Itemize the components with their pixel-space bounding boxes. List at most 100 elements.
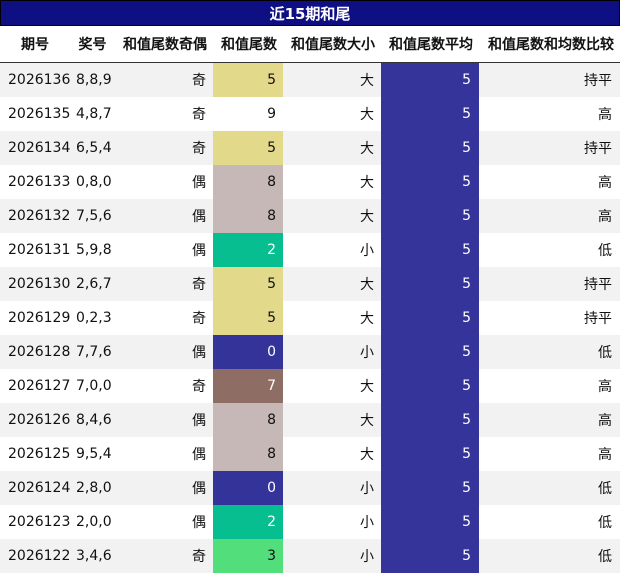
cell-parity: 奇 xyxy=(115,369,213,403)
cell-size: 大 xyxy=(283,369,381,403)
cell-compare: 持平 xyxy=(479,301,620,335)
cell-tail: 5 xyxy=(213,62,283,97)
cell-average: 5 xyxy=(381,62,479,97)
cell-numbers: 3,4,6 xyxy=(70,539,115,573)
cell-size: 大 xyxy=(283,437,381,471)
cell-parity: 偶 xyxy=(115,437,213,471)
cell-compare: 高 xyxy=(479,369,620,403)
cell-issue: 2026131 xyxy=(0,233,70,267)
cell-tail: 5 xyxy=(213,301,283,335)
cell-size: 大 xyxy=(283,131,381,165)
cell-parity: 偶 xyxy=(115,199,213,233)
cell-parity: 偶 xyxy=(115,335,213,369)
cell-numbers: 2,0,0 xyxy=(70,505,115,539)
cell-size: 大 xyxy=(283,403,381,437)
cell-tail: 0 xyxy=(213,471,283,505)
table-row: 2026136 8,8,9 奇 5 大 5 持平 xyxy=(0,62,620,97)
cell-numbers: 6,5,4 xyxy=(70,131,115,165)
cell-size: 大 xyxy=(283,97,381,131)
cell-average: 5 xyxy=(381,471,479,505)
cell-compare: 高 xyxy=(479,199,620,233)
table-row: 2026132 7,5,6 偶 8 大 5 高 xyxy=(0,199,620,233)
cell-tail: 3 xyxy=(213,539,283,573)
cell-numbers: 0,8,0 xyxy=(70,165,115,199)
header-numbers: 奖号 xyxy=(70,26,115,63)
header-parity: 和值尾数奇偶 xyxy=(115,26,213,63)
cell-tail: 8 xyxy=(213,165,283,199)
table-row: 2026135 4,8,7 奇 9 大 5 高 xyxy=(0,97,620,131)
cell-average: 5 xyxy=(381,165,479,199)
header-average: 和值尾数平均 xyxy=(381,26,479,63)
cell-issue: 2026123 xyxy=(0,505,70,539)
cell-size: 小 xyxy=(283,539,381,573)
table-title: 近15期和尾 xyxy=(0,0,620,26)
cell-parity: 奇 xyxy=(115,62,213,97)
cell-average: 5 xyxy=(381,437,479,471)
cell-issue: 2026127 xyxy=(0,369,70,403)
cell-parity: 奇 xyxy=(115,539,213,573)
table-row: 2026129 0,2,3 奇 5 大 5 持平 xyxy=(0,301,620,335)
cell-average: 5 xyxy=(381,199,479,233)
cell-size: 大 xyxy=(283,199,381,233)
cell-average: 5 xyxy=(381,267,479,301)
cell-compare: 低 xyxy=(479,539,620,573)
table-row: 2026124 2,8,0 偶 0 小 5 低 xyxy=(0,471,620,505)
cell-parity: 偶 xyxy=(115,505,213,539)
cell-tail: 8 xyxy=(213,403,283,437)
tail-stats-panel: 近15期和尾 期号 奖号 和值尾数奇偶 和值尾数 和值尾数大小 和值尾数平均 和… xyxy=(0,0,620,573)
cell-average: 5 xyxy=(381,539,479,573)
cell-issue: 2026135 xyxy=(0,97,70,131)
cell-parity: 偶 xyxy=(115,403,213,437)
cell-compare: 持平 xyxy=(479,267,620,301)
cell-issue: 2026129 xyxy=(0,301,70,335)
cell-tail: 0 xyxy=(213,335,283,369)
cell-size: 大 xyxy=(283,165,381,199)
cell-average: 5 xyxy=(381,335,479,369)
cell-parity: 奇 xyxy=(115,131,213,165)
cell-average: 5 xyxy=(381,505,479,539)
cell-parity: 偶 xyxy=(115,165,213,199)
cell-parity: 偶 xyxy=(115,233,213,267)
table-row: 2026128 7,7,6 偶 0 小 5 低 xyxy=(0,335,620,369)
table-row: 2026126 8,4,6 偶 8 大 5 高 xyxy=(0,403,620,437)
cell-issue: 2026133 xyxy=(0,165,70,199)
cell-numbers: 8,8,9 xyxy=(70,62,115,97)
header-size: 和值尾数大小 xyxy=(283,26,381,63)
cell-issue: 2026134 xyxy=(0,131,70,165)
cell-issue: 2026136 xyxy=(0,62,70,97)
cell-issue: 2026128 xyxy=(0,335,70,369)
cell-numbers: 5,9,8 xyxy=(70,233,115,267)
table-row: 2026123 2,0,0 偶 2 小 5 低 xyxy=(0,505,620,539)
cell-issue: 2026122 xyxy=(0,539,70,573)
cell-tail: 7 xyxy=(213,369,283,403)
cell-tail: 2 xyxy=(213,505,283,539)
cell-size: 大 xyxy=(283,267,381,301)
table-body: 2026136 8,8,9 奇 5 大 5 持平 2026135 4,8,7 奇 9 大 5 高 20261… xyxy=(0,62,620,573)
table-row: 2026134 6,5,4 奇 5 大 5 持平 xyxy=(0,131,620,165)
cell-average: 5 xyxy=(381,97,479,131)
cell-numbers: 2,6,7 xyxy=(70,267,115,301)
cell-average: 5 xyxy=(381,403,479,437)
cell-numbers: 7,5,6 xyxy=(70,199,115,233)
cell-numbers: 0,2,3 xyxy=(70,301,115,335)
header-row: 期号 奖号 和值尾数奇偶 和值尾数 和值尾数大小 和值尾数平均 和值尾数和均数比… xyxy=(0,26,620,63)
cell-issue: 2026130 xyxy=(0,267,70,301)
cell-compare: 低 xyxy=(479,335,620,369)
header-compare: 和值尾数和均数比较 xyxy=(479,26,620,63)
cell-tail: 8 xyxy=(213,437,283,471)
cell-parity: 奇 xyxy=(115,267,213,301)
cell-parity: 偶 xyxy=(115,471,213,505)
cell-tail: 5 xyxy=(213,267,283,301)
cell-numbers: 4,8,7 xyxy=(70,97,115,131)
cell-average: 5 xyxy=(381,369,479,403)
cell-issue: 2026126 xyxy=(0,403,70,437)
cell-tail: 2 xyxy=(213,233,283,267)
cell-parity: 奇 xyxy=(115,301,213,335)
table-row: 2026133 0,8,0 偶 8 大 5 高 xyxy=(0,165,620,199)
table-row: 2026125 9,5,4 偶 8 大 5 高 xyxy=(0,437,620,471)
cell-issue: 2026124 xyxy=(0,471,70,505)
cell-compare: 高 xyxy=(479,403,620,437)
table-row: 2026122 3,4,6 奇 3 小 5 低 xyxy=(0,539,620,573)
cell-size: 小 xyxy=(283,335,381,369)
cell-size: 小 xyxy=(283,505,381,539)
